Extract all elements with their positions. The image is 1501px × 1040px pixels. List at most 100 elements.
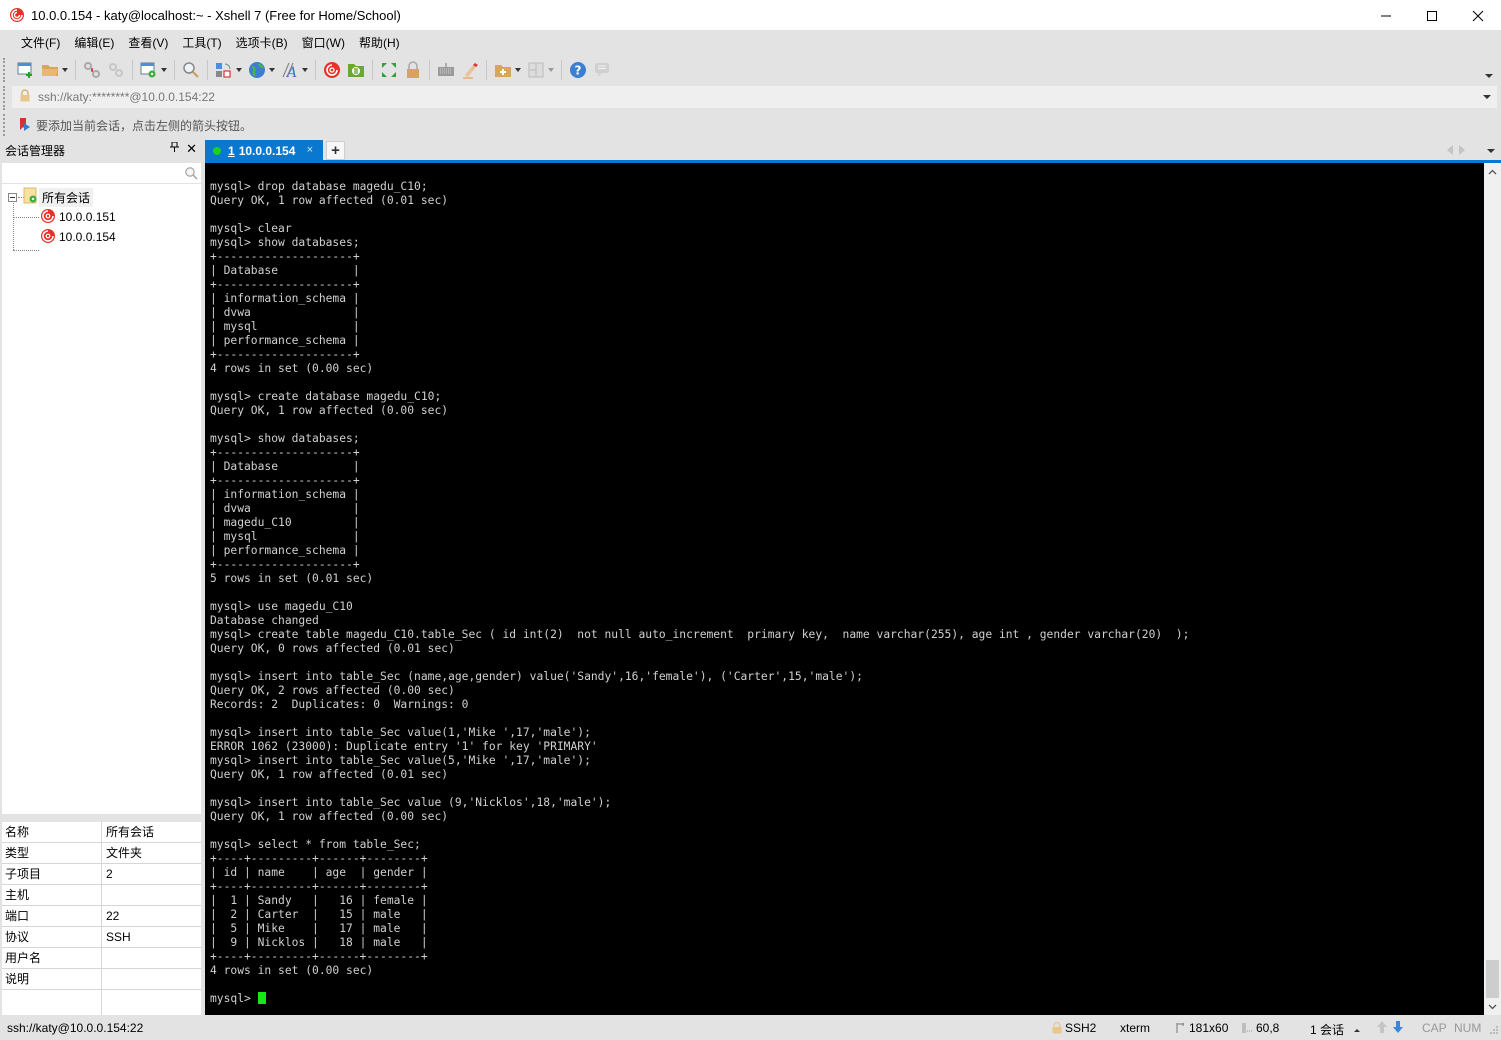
transfer-button[interactable]: [212, 59, 245, 81]
xshell-logo-icon: [9, 7, 25, 23]
font-button[interactable]: A: [278, 59, 311, 81]
address-dropdown[interactable]: [1483, 95, 1491, 99]
menu-view[interactable]: 查看(V): [121, 31, 175, 56]
terminal-line: | performance_schema |: [210, 334, 1189, 348]
xftp-button[interactable]: [344, 59, 368, 81]
status-terminal-type: xterm: [1120, 1021, 1150, 1035]
resize-icon: [1176, 1023, 1185, 1033]
disconnect-icon: [83, 61, 101, 79]
tab-list-dropdown[interactable]: [1487, 149, 1495, 153]
address-input[interactable]: ssh://katy:********@10.0.0.154:22: [38, 90, 215, 104]
property-key: 子项目: [2, 864, 102, 884]
terminal-line: | 1 | Sandy | 16 | female |: [210, 894, 1189, 908]
disconnect-button[interactable]: [80, 59, 104, 81]
maximize-button[interactable]: [1409, 0, 1455, 31]
session-search-input[interactable]: [2, 163, 201, 183]
collapse-toggle[interactable]: [8, 193, 17, 202]
toolbar-overflow-dropdown[interactable]: [1485, 74, 1493, 78]
panel-close-icon[interactable]: ✕: [186, 141, 197, 157]
menu-file[interactable]: 文件(F): [14, 31, 67, 56]
tree-node-session[interactable]: 10.0.0.154: [40, 228, 119, 246]
chat-button[interactable]: [590, 59, 614, 81]
new-folder-icon: [494, 61, 512, 79]
new-tab-button[interactable]: +: [326, 141, 345, 160]
terminal-line: +--------------------+: [210, 446, 1189, 460]
terminal[interactable]: mysql> drop database magedu_C10;Query OK…: [205, 163, 1484, 1015]
tab-scroll-left-icon[interactable]: [1447, 145, 1453, 155]
terminal-line: Records: 2 Duplicates: 0 Warnings: 0: [210, 698, 1189, 712]
property-row: 用户名: [2, 948, 201, 969]
tab-scroll-right-icon[interactable]: [1459, 145, 1465, 155]
property-row: 端口22: [2, 906, 201, 927]
toolbar: A ?: [0, 56, 1501, 84]
terminal-line: 4 rows in set (0.00 sec): [210, 362, 1189, 376]
find-button[interactable]: [179, 59, 203, 81]
terminal-line: mysql> insert into table_Sec value(5,'Mi…: [210, 754, 1189, 768]
pin-icon[interactable]: [170, 142, 179, 155]
svg-text:?: ?: [575, 64, 582, 78]
properties-button[interactable]: [137, 59, 170, 81]
title-bar: 10.0.0.154 - katy@localhost:~ - Xshell 7…: [0, 0, 1501, 31]
minimize-icon: [1380, 10, 1392, 22]
menu-tabs[interactable]: 选项卡(B): [229, 31, 295, 56]
search-icon[interactable]: [184, 166, 198, 183]
new-session-button[interactable]: [14, 59, 38, 81]
xshell-button[interactable]: [320, 59, 344, 81]
tab-close-icon[interactable]: ×: [307, 144, 313, 156]
open-session-button[interactable]: [38, 59, 71, 81]
open-folder-icon: [41, 61, 59, 79]
terminal-line: Query OK, 1 row affected (0.01 sec): [210, 194, 1189, 208]
property-key: 说明: [2, 969, 102, 989]
terminal-line: +--------------------+: [210, 278, 1189, 292]
session-manager-title: 会话管理器: [5, 142, 65, 159]
folder-icon: [23, 187, 39, 207]
resize-grip-icon[interactable]: [1489, 1023, 1498, 1037]
new-folder-button[interactable]: [491, 59, 524, 81]
layout-icon: [527, 61, 545, 79]
property-value: 文件夹: [102, 843, 201, 863]
toolbar-grip[interactable]: [3, 58, 6, 82]
scroll-down-icon[interactable]: [1484, 998, 1501, 1015]
fullscreen-button[interactable]: [377, 59, 401, 81]
help-button[interactable]: ?: [566, 59, 590, 81]
globe-button[interactable]: [245, 59, 278, 81]
tab-session-active[interactable]: 1 10.0.0.154 ×: [205, 140, 323, 162]
terminal-line: mysql> drop database magedu_C10;: [210, 180, 1189, 194]
keyboard-button[interactable]: [434, 59, 458, 81]
scrollbar-thumb[interactable]: [1486, 960, 1499, 998]
terminal-line: | magedu_C10 |: [210, 516, 1189, 530]
highlight-icon: [461, 61, 479, 79]
addressbar-grip[interactable]: [3, 86, 6, 110]
terminal-scrollbar[interactable]: [1484, 163, 1501, 1015]
hint-bar: 要添加当前会话，点击左侧的箭头按钮。: [0, 114, 1501, 136]
scroll-up-icon[interactable]: [1484, 163, 1501, 180]
download-arrow-icon: [1392, 1021, 1404, 1033]
reconnect-button[interactable]: [104, 59, 128, 81]
menu-tools[interactable]: 工具(T): [175, 31, 228, 56]
close-button[interactable]: [1455, 0, 1501, 31]
address-bar[interactable]: ssh://katy:********@10.0.0.154:22: [12, 86, 1497, 108]
status-connection: ssh://katy@10.0.0.154:22: [7, 1021, 143, 1035]
keyboard-icon: [437, 61, 455, 79]
minimize-button[interactable]: [1363, 0, 1409, 31]
lock-button[interactable]: [401, 59, 425, 81]
lock-icon: [404, 61, 422, 79]
close-icon: [1472, 10, 1484, 22]
tree-node-session[interactable]: 10.0.0.151: [40, 208, 119, 226]
menu-edit[interactable]: 编辑(E): [67, 31, 121, 56]
globe-icon: [248, 61, 266, 79]
terminal-line: Query OK, 1 row affected (0.01 sec): [210, 768, 1189, 782]
menu-window[interactable]: 窗口(W): [295, 31, 352, 56]
layout-button[interactable]: [524, 59, 557, 81]
property-row: 说明: [2, 969, 201, 990]
highlight-button[interactable]: [458, 59, 482, 81]
terminal-line: [210, 586, 1189, 600]
menu-help[interactable]: 帮助(H): [352, 31, 407, 56]
session-properties: 名称所有会话 类型文件夹 子项目2 主机 端口22 协议SSH 用户名 说明: [2, 816, 201, 1015]
terminal-prompt-line[interactable]: mysql>: [210, 992, 1189, 1006]
terminal-prompt: mysql>: [210, 992, 258, 1005]
status-sessions[interactable]: 1 会话: [1310, 1021, 1360, 1038]
property-value: [102, 969, 201, 989]
tree-node-all-sessions[interactable]: 所有会话: [8, 188, 93, 206]
add-session-arrow-icon[interactable]: [18, 117, 32, 134]
